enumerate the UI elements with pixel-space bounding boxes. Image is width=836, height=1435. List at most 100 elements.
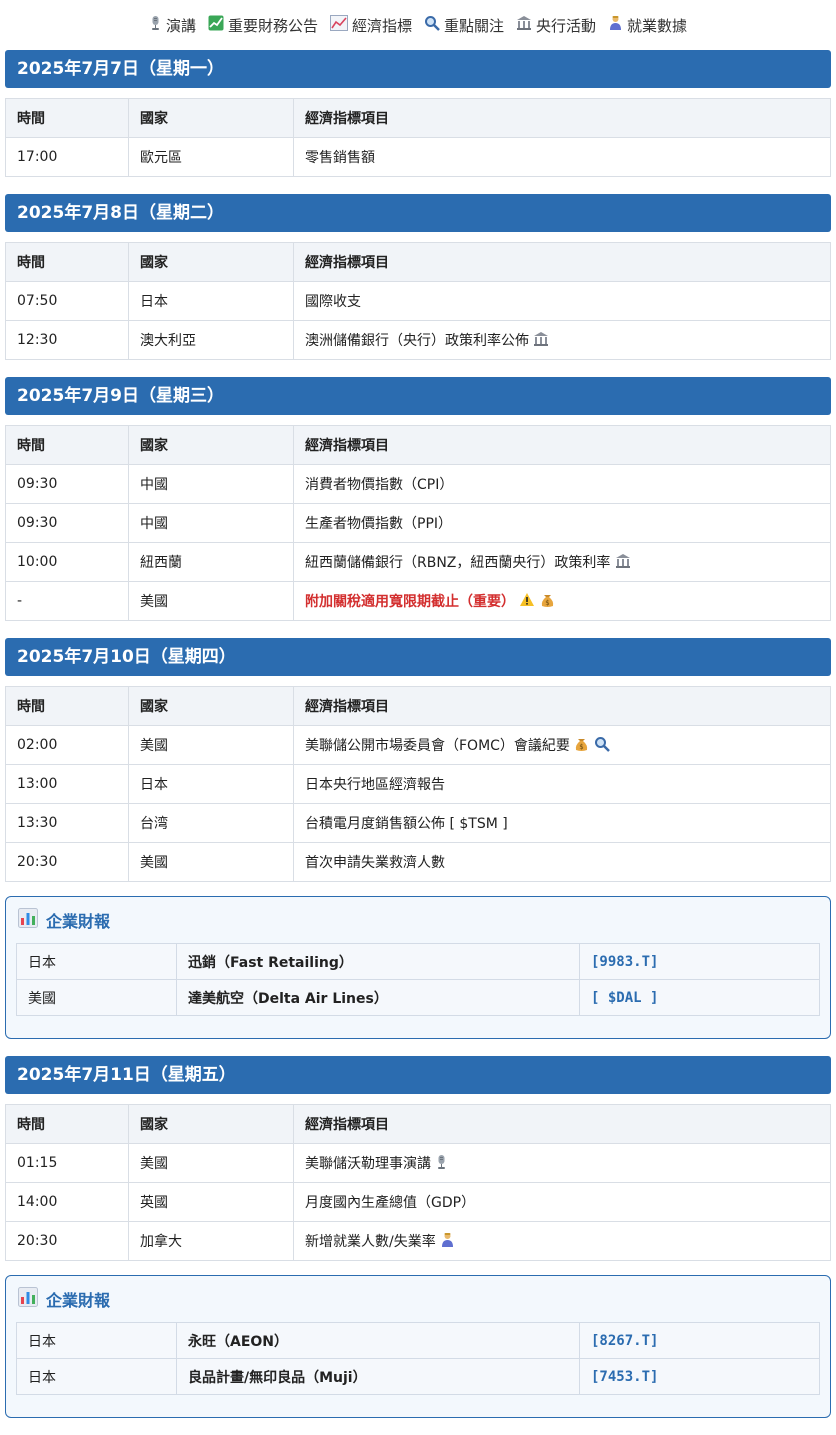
indicator-cell: 美聯儲公開市場委員會（FOMC）會議紀要 $ [293,725,831,765]
table-row: 12:30 澳大利亞 澳洲儲備銀行（央行）政策利率公佈 [5,320,831,360]
table-header-row: 時間 國家 經濟指標項目 [5,686,831,726]
column-header-item: 經濟指標項目 [293,98,831,138]
table-row: 13:30 台湾 台積電月度銷售額公佈 [ $TSM ] [5,803,831,843]
legend-item: 央行活動 [516,15,596,36]
time-cell: 10:00 [5,542,129,582]
earnings-row: 日本 良品計畫/無印良品（Muji） [7453.T] [16,1358,820,1395]
time-cell: - [5,581,129,621]
table-row: 01:15 美國 美聯儲沃勒理事演講 [5,1143,831,1183]
earnings-box: 企業財報 日本 永旺（AEON） [8267.T] 日本 良品計畫/無印良品（Muji）[… [5,1275,831,1418]
icon-legend: 演講 重要財務公告 經濟指標 重點關注 央行活動 就業數據 [0,0,836,50]
earnings-row: 美國 達美航空（Delta Air Lines）[ $DAL ] [16,979,820,1016]
indicator-cell: 零售銷售額 [293,137,831,177]
country-cell: 紐西蘭 [128,542,294,582]
indicator-cell: 台積電月度銷售額公佈 [ $TSM ] [293,803,831,843]
earnings-country: 日本 [16,943,177,980]
indicator-label: 首次申請失業救濟人數 [305,855,445,871]
legend-item: 重要財務公告 [208,15,318,36]
indicator-label: 零售銷售額 [305,150,375,166]
earnings-table: 日本 迅銷（Fast Retailing） [9983.T] 美國 達美航空（Delta… [16,943,820,1016]
earnings-title: 企業財報 [18,908,820,931]
table-row: 17:00 歐元區 零售銷售額 [5,137,831,177]
legend-item: 經濟指標 [329,15,412,36]
country-cell: 美國 [128,725,294,765]
indicator-label: 美聯儲沃勒理事演講 [305,1155,431,1172]
table-header-row: 時間 國家 經濟指標項目 [5,242,831,282]
economic-table: 時間 國家 經濟指標項目 09:30 中國 消費者物價指數（CPI） 09:30 中國 生產者物… [5,425,831,621]
company-name: 良品計畫/無印良品（Muji） [176,1358,580,1395]
earnings-row: 日本 迅銷（Fast Retailing） [9983.T] [16,943,820,980]
column-header-item: 經濟指標項目 [293,686,831,726]
indicator-label: 月度國內生產總值（GDP） [305,1195,476,1211]
country-cell: 澳大利亞 [128,320,294,360]
time-cell: 01:15 [5,1143,129,1183]
table-row: 13:00 日本 日本央行地區經濟報告 [5,764,831,804]
svg-text:$: $ [580,743,584,751]
economic-table: 時間 國家 經濟指標項目 02:00 美國 美聯儲公開市場委員會（FOMC）會議紀要 $ … [5,686,831,882]
table-header-row: 時間 國家 經濟指標項目 [5,1104,831,1144]
column-header-time: 時間 [5,98,129,138]
time-cell: 20:30 [5,1221,129,1261]
country-cell: 美國 [128,1143,294,1183]
column-header-time: 時間 [5,425,129,465]
legend-label: 就業數據 [627,16,688,35]
indicator-label: 日本央行地區經濟報告 [305,777,445,793]
magnifier-icon [424,15,440,35]
column-header-country: 國家 [128,1104,294,1144]
earnings-box: 企業財報日本 迅銷（Fast Retailing） [9983.T] 美國 達美航空（D… [5,896,831,1039]
country-cell: 美國 [128,581,294,621]
column-header-country: 國家 [128,98,294,138]
table-row: 20:30 加拿大 新增就業人數/失業率 [5,1221,831,1261]
country-cell: 中國 [128,503,294,543]
indicator-cell: 附加關稅適用寬限期截止（重要） $ [293,581,831,621]
economic-table: 時間 國家 經濟指標項目 17:00 歐元區 零售銷售額 [5,98,831,177]
day-header: 2025年7月9日（星期三） [5,377,831,415]
table-row: 20:30 美國 首次申請失業救濟人數 [5,842,831,882]
bar-chart-icon [18,1287,38,1311]
money-bag-icon: $ [574,736,589,756]
indicator-cell: 新增就業人數/失業率 [293,1221,831,1261]
legend-item: 演講 [149,15,196,36]
time-cell: 17:00 [5,137,129,177]
ticker-symbol: [9983.T] [579,943,820,980]
indicator-label: 紐西蘭儲備銀行（RBNZ，紐西蘭央行）政策利率 [305,554,611,571]
day-section: 2025年7月9日（星期三） 時間 國家 經濟指標項目 09:30 中國 消費者物價指數（C… [5,377,831,621]
indicator-label: 國際收支 [305,294,361,310]
chart-up-icon [208,15,224,35]
column-header-item: 經濟指標項目 [293,1104,831,1144]
earnings-row: 日本 永旺（AEON） [8267.T] [16,1322,820,1359]
day-header: 2025年7月8日（星期二） [5,194,831,232]
bank-icon [533,331,549,351]
legend-item: 就業數據 [608,15,687,36]
day-section: 2025年7月7日（星期一） 時間 國家 經濟指標項目 17:00 歐元區 零售銷售額 [5,50,831,177]
day-section: 2025年7月11日（星期五） 時間 國家 經濟指標項目 01:15 美國 美聯儲沃勒理事演… [5,1056,831,1261]
column-header-country: 國家 [128,242,294,282]
time-cell: 02:00 [5,725,129,765]
table-row: 07:50 日本 國際收支 [5,281,831,321]
earnings-country: 美國 [16,979,177,1016]
worker-icon [440,1232,455,1252]
indicator-cell: 澳洲儲備銀行（央行）政策利率公佈 [293,320,831,360]
country-cell: 日本 [128,764,294,804]
country-cell: 英國 [128,1182,294,1222]
worker-icon [608,15,623,35]
table-header-row: 時間 國家 經濟指標項目 [5,98,831,138]
time-cell: 14:00 [5,1182,129,1222]
indicator-cell: 紐西蘭儲備銀行（RBNZ，紐西蘭央行）政策利率 [293,542,831,582]
table-row: - 美國 附加關稅適用寬限期截止（重要） $ [5,581,831,621]
earnings-table: 日本 永旺（AEON） [8267.T] 日本 良品計畫/無印良品（Muji） [7453… [16,1322,820,1395]
table-row: 10:00 紐西蘭 紐西蘭儲備銀行（RBNZ，紐西蘭央行）政策利率 [5,542,831,582]
indicator-label: 附加關稅適用寬限期截止（重要） [305,593,515,610]
column-header-time: 時間 [5,242,129,282]
svg-text:$: $ [545,599,549,607]
day-section: 2025年7月8日（星期二） 時間 國家 經濟指標項目 07:50 日本 國際收支 12:30… [5,194,831,360]
column-header-country: 國家 [128,686,294,726]
legend-label: 重要財務公告 [227,16,318,35]
legend-label: 演講 [165,16,196,35]
ticker-symbol: [ $DAL ] [579,979,820,1016]
microphone-icon [435,1154,448,1174]
indicator-label: 新增就業人數/失業率 [305,1233,436,1250]
